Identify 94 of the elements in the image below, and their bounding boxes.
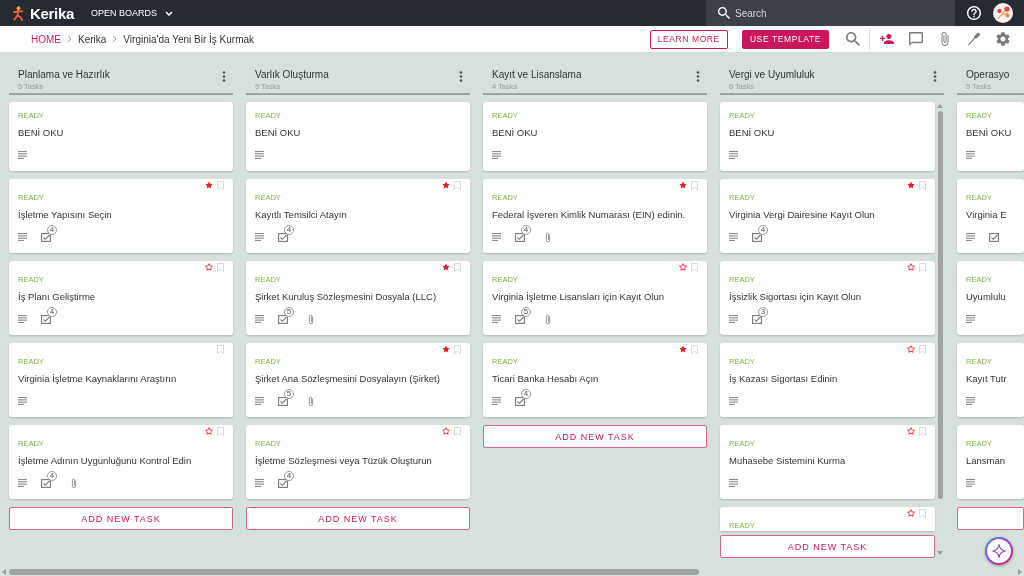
chat-bubble-icon[interactable] xyxy=(909,32,923,46)
column-title: Operasyo xyxy=(966,68,1010,82)
task-title: İşletme Yapısını Seçin xyxy=(18,208,112,222)
chevron-right-icon xyxy=(67,35,72,43)
column-title: Vergi ve Uyumluluk xyxy=(729,68,815,82)
assistant-button[interactable] xyxy=(985,537,1013,565)
logo-icon[interactable] xyxy=(12,5,24,21)
task-title: İşletme Adının Uygunluğunu Kontrol Edin xyxy=(18,454,192,468)
task-title: Şirket Kuruluş Sözleşmesini Dosyala (LLC) xyxy=(255,290,437,304)
more-options-icon[interactable] xyxy=(696,71,700,82)
breadcrumb-link[interactable]: Virginia'da Yeni Bir İş Kurmak xyxy=(123,33,255,45)
search-icon xyxy=(718,7,730,19)
checklist-count: 5 xyxy=(521,307,531,317)
checklist-count: 4 xyxy=(47,307,57,317)
star-outline-icon[interactable] xyxy=(205,263,213,271)
breadcrumb-link[interactable]: Kerika xyxy=(78,33,107,45)
help-icon[interactable] xyxy=(967,6,981,20)
task-title: İş Planı Geliştirme xyxy=(18,290,96,304)
more-options-icon[interactable] xyxy=(222,71,226,82)
scroll-left-arrow-icon[interactable] xyxy=(2,568,6,575)
column-title: Kayıt ve Lisanslama xyxy=(492,68,582,82)
checklist-count: 4 xyxy=(284,225,294,235)
star-outline-icon[interactable] xyxy=(679,263,687,271)
checklist-count: 4 xyxy=(47,471,57,481)
checklist-count: 5 xyxy=(284,307,294,317)
use-template-button[interactable]: USE TEMPLATE xyxy=(741,29,829,49)
checklist-count: 4 xyxy=(47,225,57,235)
star-outline-icon[interactable] xyxy=(907,509,915,517)
sparkle-icon xyxy=(992,544,1006,558)
star-outline-icon[interactable] xyxy=(442,427,450,435)
scroll-right-arrow-icon[interactable] xyxy=(1018,568,1022,575)
star-icon[interactable] xyxy=(205,181,213,189)
task-title: BENİ OKU xyxy=(729,126,775,140)
task-title: İşletme Sözleşmesi veya Tüzük Oluşturun xyxy=(255,454,432,468)
scroll-up-arrow-icon[interactable] xyxy=(937,104,943,108)
task-title: Ticari Banka Hesabı Açın xyxy=(492,372,599,386)
task-title: Şirket Ana Sözleşmesini Dosyalayın (Şirket) xyxy=(255,372,440,386)
checklist-count: 4 xyxy=(758,225,768,235)
task-title: Virginia E xyxy=(966,208,1007,222)
more-options-icon[interactable] xyxy=(459,71,463,82)
star-outline-icon[interactable] xyxy=(907,345,915,353)
avatar-icon[interactable] xyxy=(993,3,1013,23)
task-title: Uyumlulu xyxy=(966,290,1006,304)
task-title: BENİ OKU xyxy=(492,126,538,140)
breadcrumb-link[interactable]: HOME xyxy=(31,33,61,45)
checklist-count: 4 xyxy=(284,471,294,481)
column-title: Varlık Oluşturma xyxy=(255,68,329,82)
task-title: İş Kazası Sigortası Edinin xyxy=(729,372,838,386)
add-person-icon[interactable] xyxy=(880,32,894,46)
add-new-task-button[interactable]: ADD NEW TASK xyxy=(483,425,707,448)
star-icon[interactable] xyxy=(679,345,687,353)
task-title: BENİ OKU xyxy=(18,126,64,140)
checklist-count: 3 xyxy=(758,307,768,317)
star-icon[interactable] xyxy=(679,181,687,189)
chevron-down-icon xyxy=(165,10,174,16)
task-title: Virginia Vergi Dairesine Kayıt Olun xyxy=(729,208,875,222)
task-title: Kayıtlı Temsilci Atayın xyxy=(255,208,347,222)
task-title: BENİ OKU xyxy=(966,126,1012,140)
more-options-icon[interactable] xyxy=(933,71,937,82)
checklist-count: 4 xyxy=(521,389,531,399)
paperclip-icon[interactable] xyxy=(938,32,952,46)
settings-icon[interactable] xyxy=(996,32,1010,46)
horizontal-scrollbar-thumb[interactable] xyxy=(9,568,699,575)
add-new-task-button[interactable]: ADD NEW TASK xyxy=(246,507,470,530)
star-icon[interactable] xyxy=(442,263,450,271)
task-title: Lansman xyxy=(966,454,1006,468)
brush-icon[interactable] xyxy=(967,32,981,46)
star-icon[interactable] xyxy=(442,181,450,189)
learn-more-button[interactable]: LEARN MORE xyxy=(649,29,728,49)
star-icon[interactable] xyxy=(907,181,915,189)
logo-text[interactable]: Kerika xyxy=(30,4,75,22)
star-outline-icon[interactable] xyxy=(907,427,915,435)
column-title: Planlama ve Hazırlık xyxy=(18,68,110,82)
add-new-task-button[interactable]: ADD NEW TASK xyxy=(720,535,935,558)
task-title: Federal İşveren Kimlik Numarası (EIN) edinin. xyxy=(492,208,686,222)
checklist-count: 5 xyxy=(284,389,294,399)
vertical-scrollbar-thumb[interactable] xyxy=(937,111,943,499)
task-title: Kayıt Tutr xyxy=(966,372,1007,386)
scroll-down-arrow-icon[interactable] xyxy=(937,551,943,555)
add-new-task-button[interactable]: ADD NEW TASK xyxy=(9,507,233,530)
search-icon[interactable] xyxy=(846,32,860,46)
open-boards-menu[interactable]: OPEN BOARDS xyxy=(91,8,174,18)
chevron-right-icon xyxy=(112,35,118,43)
task-title: Muhasebe Sistemini Kurma xyxy=(729,454,846,468)
task-title: İşsizlik Sigortası için Kayıt Olun xyxy=(729,290,861,304)
add-new-task-button[interactable] xyxy=(957,507,1024,530)
task-title: BENİ OKU xyxy=(255,126,301,140)
star-icon[interactable] xyxy=(442,345,450,353)
search-field[interactable]: Search xyxy=(706,0,955,26)
star-outline-icon[interactable] xyxy=(205,427,213,435)
checklist-count: 4 xyxy=(521,225,531,235)
star-outline-icon[interactable] xyxy=(907,263,915,271)
task-title: Virginia İşletme Lisansları için Kayıt Olun xyxy=(492,290,664,304)
task-title: Virginia İşletme Kaynaklarını Araştırın xyxy=(18,372,177,386)
